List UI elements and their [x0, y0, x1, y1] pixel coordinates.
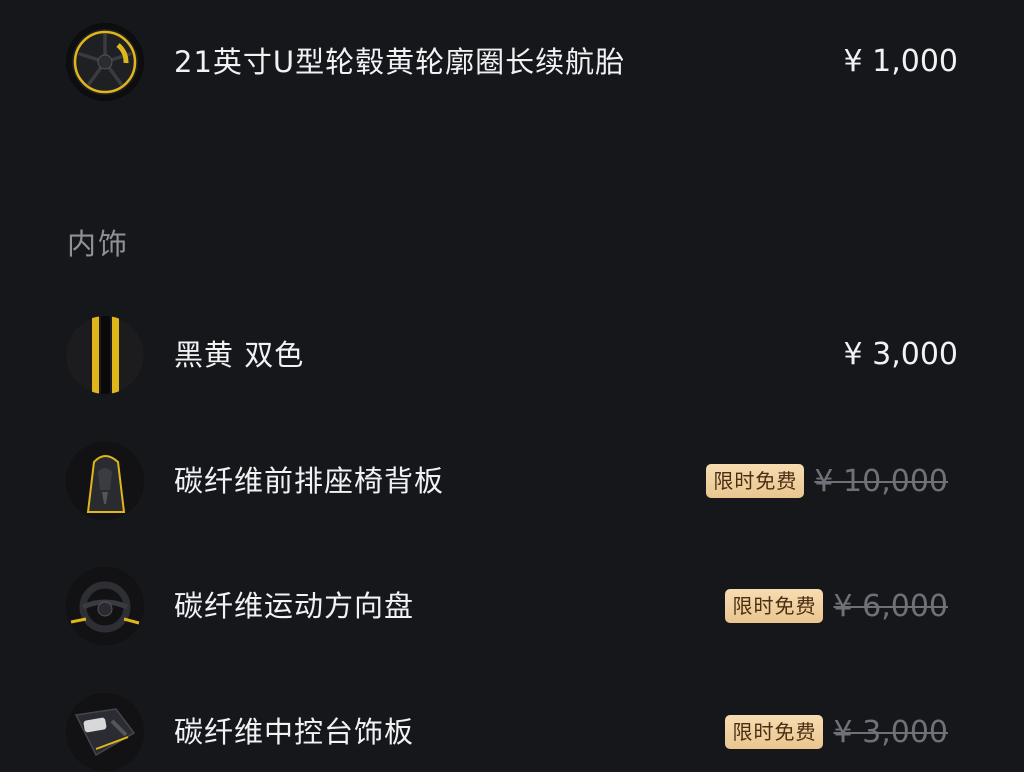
price-group: 限时免费 ¥ 10,000: [706, 441, 948, 521]
option-row-wheel[interactable]: 21英寸U型轮毂黄轮廓圈长续航胎 ¥ 1,000: [0, 22, 1024, 102]
option-row-two-tone[interactable]: 黑黄 双色 ¥ 3,000: [0, 315, 1024, 395]
option-name: 21英寸U型轮毂黄轮廓圈长续航胎: [174, 45, 626, 79]
price-group: 限时免费 ¥ 6,000: [725, 566, 948, 646]
free-badge: 限时免费: [706, 464, 805, 498]
center-console-thumbnail-icon: [66, 693, 144, 771]
section-title-interior: 内饰: [67, 227, 130, 261]
option-row-steering-wheel[interactable]: 碳纤维运动方向盘 限时免费 ¥ 6,000: [0, 566, 1024, 646]
option-price: ¥ 1,000: [843, 44, 958, 79]
free-badge: 限时免费: [725, 715, 824, 749]
option-name: 碳纤维前排座椅背板: [174, 464, 445, 498]
option-name: 碳纤维运动方向盘: [174, 589, 415, 623]
wheel-thumbnail-icon: [66, 23, 144, 101]
original-price: ¥ 6,000: [833, 588, 948, 624]
black-yellow-two-tone-swatch-icon: [66, 316, 144, 394]
option-row-seat-back[interactable]: 碳纤维前排座椅背板 限时免费 ¥ 10,000: [0, 441, 1024, 521]
option-name: 碳纤维中控台饰板: [174, 715, 415, 749]
original-price: ¥ 3,000: [833, 714, 948, 750]
free-badge: 限时免费: [725, 589, 824, 623]
option-row-center-console[interactable]: 碳纤维中控台饰板 限时免费 ¥ 3,000: [0, 692, 1024, 772]
seat-back-thumbnail-icon: [66, 442, 144, 520]
steering-wheel-thumbnail-icon: [66, 567, 144, 645]
option-name: 黑黄 双色: [174, 338, 305, 372]
original-price: ¥ 10,000: [814, 463, 948, 499]
option-price: ¥ 3,000: [843, 337, 958, 372]
price-group: 限时免费 ¥ 3,000: [725, 692, 948, 772]
